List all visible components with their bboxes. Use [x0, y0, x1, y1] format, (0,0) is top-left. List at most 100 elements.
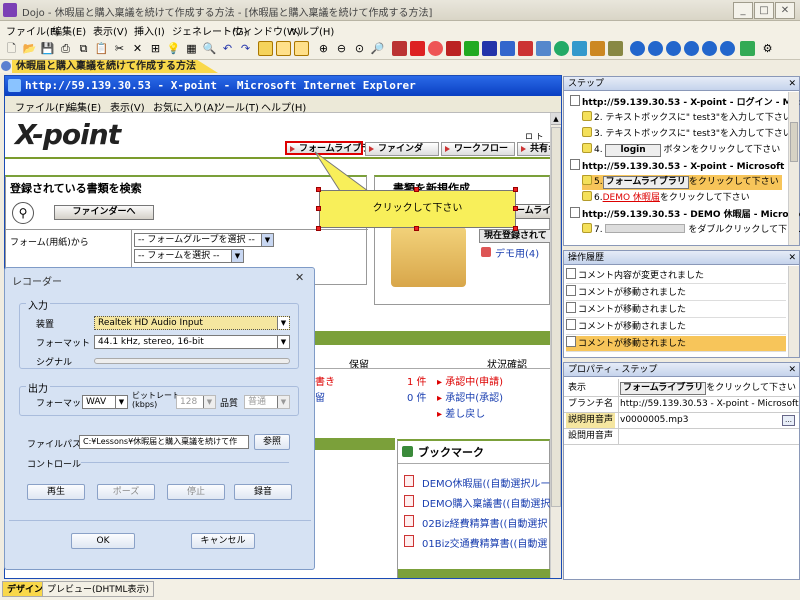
- record-icon[interactable]: [410, 41, 425, 56]
- bookmark-item[interactable]: 02Biz経費精算書((自動選択: [422, 515, 547, 530]
- zoom-icon[interactable]: 🔍: [202, 41, 217, 56]
- step-item[interactable]: 6.DEMO 休暇届をクリックして下さい: [582, 191, 750, 206]
- history-item[interactable]: コメントが移動されました: [566, 285, 786, 301]
- play-button[interactable]: 再生: [27, 484, 85, 500]
- bookmark-item[interactable]: DEMO休暇届((自動選択ルー: [422, 475, 550, 490]
- browse-icon[interactable]: …: [782, 415, 795, 426]
- stop-button[interactable]: 停止: [167, 484, 225, 500]
- open-icon[interactable]: 📂: [22, 41, 37, 56]
- archive-icon[interactable]: [608, 41, 623, 56]
- browser-scrollbar[interactable]: ▲: [550, 113, 561, 578]
- step-group[interactable]: http://59.139.30.53 - X-point - Microsof…: [570, 159, 797, 174]
- path-input[interactable]: C:¥Lessons¥休暇届と購入稟議を続けて作: [79, 435, 249, 449]
- menu-edit[interactable]: 編集(E): [52, 23, 86, 38]
- nav-tab-finder[interactable]: ファインダ: [365, 142, 439, 156]
- resize-handle[interactable]: [316, 187, 321, 192]
- first-icon[interactable]: [630, 41, 645, 56]
- bookmark-item[interactable]: DEMO購入稟議書((自動選択: [422, 495, 550, 510]
- history-item[interactable]: コメントが移動されました: [566, 302, 786, 318]
- flash-icon[interactable]: [428, 41, 443, 56]
- export-icon[interactable]: [572, 41, 587, 56]
- history-scrollbar[interactable]: [788, 266, 799, 357]
- resize-handle[interactable]: [513, 226, 518, 231]
- device-select[interactable]: Realtek HD Audio Input ▼: [94, 316, 290, 330]
- zoom-in-icon[interactable]: ⊕: [316, 41, 331, 56]
- last-icon[interactable]: [720, 41, 735, 56]
- demo-link[interactable]: デモ用(4): [495, 245, 539, 260]
- step-group[interactable]: http://59.139.30.53 - DEMO 休暇届 - Microso: [570, 207, 800, 222]
- browser-menu-edit[interactable]: 編集(E): [67, 99, 101, 114]
- history-item[interactable]: コメントが移動されました: [566, 319, 786, 335]
- logout-link[interactable]: ロ ト: [525, 131, 544, 142]
- browser-menu-file[interactable]: ファイル(F): [15, 99, 69, 114]
- finder-button[interactable]: ファインダーへ: [54, 205, 154, 220]
- print-icon[interactable]: ⎙: [58, 41, 73, 56]
- status-row1-label[interactable]: 書き: [315, 373, 335, 388]
- resize-handle[interactable]: [316, 206, 321, 211]
- save-icon[interactable]: 💾: [40, 41, 55, 56]
- form-select[interactable]: -- フォームを選択 -- ▼: [134, 249, 244, 263]
- history-item-selected[interactable]: コメントが移動されました: [566, 336, 786, 352]
- status-row3-status[interactable]: ▸ 差し戻し: [437, 405, 485, 420]
- find-icon[interactable]: 🔎: [370, 41, 385, 56]
- close-icon[interactable]: ✕: [788, 77, 796, 91]
- image-icon[interactable]: ▦: [184, 41, 199, 56]
- capture-icon[interactable]: [276, 41, 291, 56]
- next-icon[interactable]: [702, 41, 717, 56]
- tab-preview[interactable]: プレビュー(DHTML表示): [42, 581, 154, 597]
- close-icon[interactable]: ✕: [788, 251, 796, 265]
- paste-icon[interactable]: 📋: [94, 41, 109, 56]
- resize-handle[interactable]: [316, 226, 321, 231]
- design-view-icon[interactable]: [258, 41, 273, 56]
- prop-row-display[interactable]: 表示 フォームライブラリ をクリックして下さい: [564, 381, 799, 397]
- insert-icon[interactable]: ⊞: [148, 41, 163, 56]
- undo-icon[interactable]: ↶: [220, 41, 235, 56]
- step-group[interactable]: http://59.139.30.53 - X-point - ログイン - M…: [570, 95, 800, 110]
- menu-help[interactable]: ヘルプ(H): [289, 23, 334, 38]
- web-icon[interactable]: [500, 41, 515, 56]
- status-row1-count[interactable]: 1 件: [407, 373, 427, 388]
- scroll-up-icon[interactable]: ▲: [551, 113, 561, 125]
- document-tab[interactable]: 休暇届と購入稟議を続けて作成する方法: [12, 60, 218, 73]
- status-row2-label[interactable]: 留: [315, 389, 325, 404]
- output-format-select[interactable]: WAV ▼: [82, 395, 128, 409]
- ppt-icon[interactable]: [518, 41, 533, 56]
- bulb-icon[interactable]: 💡: [166, 41, 181, 56]
- steps-scrollbar[interactable]: [788, 92, 799, 245]
- new-icon[interactable]: 🗋: [4, 41, 19, 56]
- scroll-thumb[interactable]: [551, 127, 561, 507]
- cancel-button[interactable]: キャンセル: [191, 533, 255, 549]
- cut-icon[interactable]: ✂: [112, 41, 127, 56]
- browser-menu-favorites[interactable]: お気に入り(A): [153, 99, 218, 114]
- browser-menu-view[interactable]: 表示(V): [110, 99, 145, 114]
- bookmark-item[interactable]: 01Biz交通費精算書((自動選: [422, 535, 547, 550]
- resize-handle[interactable]: [513, 187, 518, 192]
- prop-row-branch[interactable]: ブランチ名 http://59.139.30.53 - X-point - Mic…: [564, 397, 800, 413]
- excel-icon[interactable]: [464, 41, 479, 56]
- nav-tab-workflow[interactable]: ワークフロー: [441, 142, 515, 156]
- word-icon[interactable]: [482, 41, 497, 56]
- menu-view[interactable]: 表示(V): [93, 23, 128, 38]
- form-group-select[interactable]: -- フォームグループを選択 -- ▼: [134, 233, 274, 247]
- zoom-out-icon[interactable]: ⊖: [334, 41, 349, 56]
- format-select[interactable]: 44.1 kHz, stereo, 16-bit ▼: [94, 335, 290, 349]
- delete-icon[interactable]: ✕: [130, 41, 145, 56]
- status-row2-status[interactable]: ▸ 承認中(承認): [437, 389, 503, 404]
- prop-row-audio[interactable]: 説明用音声 v0000005.mp3…: [564, 413, 799, 429]
- callout-bubble[interactable]: クリックして下さい: [319, 190, 516, 228]
- pdf-icon[interactable]: [446, 41, 461, 56]
- globe-icon[interactable]: [554, 41, 569, 56]
- step-item[interactable]: 3. テキストボックスに" test3"を入力して下さい: [582, 127, 792, 142]
- history-item[interactable]: コメント内容が変更されました: [566, 268, 786, 284]
- prev-icon[interactable]: [648, 41, 663, 56]
- record-button[interactable]: 録音: [234, 484, 292, 500]
- html-icon[interactable]: [536, 41, 551, 56]
- close-button[interactable]: ✕: [775, 2, 795, 19]
- zoom-fit-icon[interactable]: ⊙: [352, 41, 367, 56]
- maximize-button[interactable]: □: [754, 2, 774, 19]
- browser-menu-tools[interactable]: ツール(T): [215, 99, 259, 114]
- prop-row-question-audio[interactable]: 設問用音声: [564, 429, 799, 445]
- forward-icon[interactable]: [684, 41, 699, 56]
- step-item[interactable]: 2. テキストボックスに" test3"を入力して下さい: [582, 111, 792, 126]
- film-icon[interactable]: [392, 41, 407, 56]
